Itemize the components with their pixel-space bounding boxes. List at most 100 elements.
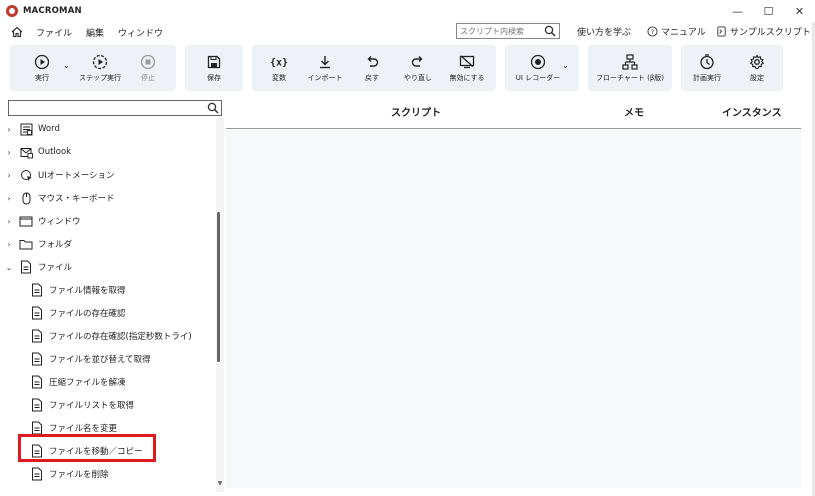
file-icon bbox=[19, 260, 33, 274]
file-icon bbox=[31, 398, 43, 412]
cursor-click-icon bbox=[19, 168, 33, 182]
gear-icon bbox=[748, 53, 766, 71]
word-doc-icon bbox=[19, 122, 33, 136]
chevron-right-icon[interactable]: › bbox=[4, 217, 14, 226]
download-icon bbox=[316, 53, 334, 71]
tree-item-file-info[interactable]: ファイル情報を取得 bbox=[31, 279, 126, 301]
home-icon[interactable] bbox=[10, 25, 24, 39]
toolbar-group-run: 実行 ⌄ ステップ実行 停止 bbox=[10, 45, 176, 91]
menu-bar: ファイル 編集 ウィンドウ 使い方を学ぶ ? マニュアル サンプルスクリプト bbox=[0, 22, 815, 42]
tree-item-label: ファイル名を変更 bbox=[49, 424, 118, 434]
minimize-button[interactable]: — bbox=[722, 0, 753, 22]
chevron-right-icon[interactable]: › bbox=[4, 148, 14, 157]
tree-category-label: ファイル bbox=[38, 263, 73, 273]
ui-recorder-button[interactable]: UI レコーダー bbox=[509, 45, 567, 91]
tree-category-label: ウィンドウ bbox=[38, 217, 81, 227]
column-header-instance[interactable]: インスタンス bbox=[722, 104, 782, 119]
tree-category-label: Outlook bbox=[38, 147, 72, 157]
flowchart-button[interactable]: フローチャート (β版) bbox=[588, 45, 672, 91]
menu-edit[interactable]: 編集 bbox=[86, 26, 104, 39]
tree-category-ui-automation[interactable]: › UIオートメーション bbox=[0, 164, 115, 186]
tree-category-label: UIオートメーション bbox=[38, 171, 115, 181]
script-list-body[interactable] bbox=[226, 130, 801, 488]
tree-item-delete[interactable]: ファイルを削除 bbox=[31, 463, 109, 485]
tree-item-label: ファイルリストを取得 bbox=[49, 401, 135, 411]
tree-category-folder[interactable]: › フォルダ bbox=[0, 233, 72, 255]
tree-category-outlook[interactable]: › Outlook bbox=[0, 141, 71, 163]
flowchart-icon bbox=[621, 53, 639, 71]
app-title: MACROMAN bbox=[23, 6, 82, 16]
learn-link[interactable]: 使い方を学ぶ bbox=[577, 25, 631, 38]
record-icon bbox=[529, 53, 547, 71]
tree-item-label: ファイルを削除 bbox=[49, 470, 109, 480]
chevron-right-icon[interactable]: › bbox=[4, 194, 14, 203]
maximize-button[interactable]: ☐ bbox=[753, 0, 784, 22]
file-icon bbox=[31, 375, 43, 389]
stop-button[interactable]: 停止 bbox=[130, 45, 166, 91]
tree-category-word[interactable]: › Word bbox=[0, 118, 60, 140]
file-icon bbox=[31, 329, 43, 343]
tree-item-label: 圧縮ファイルを解凍 bbox=[49, 378, 126, 388]
recorder-options-chevron-down-icon[interactable]: ⌄ bbox=[562, 61, 569, 70]
tree-item-file-exists[interactable]: ファイルの存在確認 bbox=[31, 302, 126, 324]
tree-category-label: マウス・キーボード bbox=[38, 194, 115, 204]
toolbar-group-recorder: UI レコーダー ⌄ bbox=[505, 45, 579, 91]
window-controls: — ☐ ✕ bbox=[722, 0, 815, 22]
help-circle-icon: ? bbox=[647, 26, 658, 37]
column-header-memo[interactable]: メモ bbox=[624, 104, 644, 119]
search-icon[interactable] bbox=[544, 25, 556, 40]
search-icon[interactable] bbox=[207, 102, 219, 117]
chevron-right-icon[interactable]: › bbox=[4, 240, 14, 249]
action-search-box bbox=[8, 100, 222, 116]
tree-category-label: フォルダ bbox=[38, 240, 73, 250]
tree-category-file[interactable]: ⌄ ファイル bbox=[0, 256, 72, 278]
settings-button[interactable]: 設定 bbox=[735, 45, 779, 91]
tree-category-mouse-keyboard[interactable]: › マウス・キーボード bbox=[0, 187, 115, 209]
chevron-right-icon[interactable]: › bbox=[4, 125, 14, 134]
tree-category-window[interactable]: › ウィンドウ bbox=[0, 210, 81, 232]
tree-item-file-sort[interactable]: ファイルを並び替えて取得 bbox=[31, 348, 151, 370]
tree-item-unzip[interactable]: 圧縮ファイルを解凍 bbox=[31, 371, 126, 393]
schedule-button[interactable]: 計画実行 bbox=[685, 45, 729, 91]
script-search-box bbox=[456, 23, 560, 39]
chevron-right-icon[interactable]: › bbox=[4, 171, 14, 180]
chevron-down-icon[interactable]: ⌄ bbox=[4, 263, 14, 272]
close-button[interactable]: ✕ bbox=[784, 0, 815, 22]
app-logo-icon bbox=[6, 5, 18, 17]
step-run-button[interactable]: ステップ実行 bbox=[76, 45, 124, 91]
disable-screen-icon bbox=[458, 53, 476, 71]
folder-icon bbox=[19, 237, 33, 251]
menu-window[interactable]: ウィンドウ bbox=[118, 26, 163, 39]
scroll-down-arrow-icon[interactable]: ▼ bbox=[216, 480, 224, 488]
run-options-chevron-down-icon[interactable]: ⌄ bbox=[63, 61, 70, 70]
redo-button[interactable]: やり直し bbox=[396, 45, 440, 91]
tree-item-file-exists-retry[interactable]: ファイルの存在確認(指定秒数トライ) bbox=[31, 325, 192, 347]
highlight-box bbox=[18, 434, 156, 462]
menu-file[interactable]: ファイル bbox=[36, 26, 72, 39]
script-list-panel: スクリプト メモ インスタンス bbox=[226, 96, 815, 496]
mouse-icon bbox=[19, 191, 33, 205]
undo-button[interactable]: 戻す bbox=[352, 45, 392, 91]
variable-braces-icon: {x} bbox=[270, 53, 288, 71]
manual-link[interactable]: ? マニュアル bbox=[647, 25, 706, 38]
action-search-input[interactable] bbox=[9, 101, 199, 115]
run-button[interactable]: 実行 bbox=[20, 45, 64, 91]
sidebar-scroll-thumb[interactable] bbox=[217, 212, 220, 362]
save-icon bbox=[205, 53, 223, 71]
file-icon bbox=[31, 283, 43, 297]
save-button[interactable]: 保存 bbox=[185, 45, 243, 91]
toolbar-group-edit: {x} 変数 インポート 戻す やり直し 無効にする bbox=[252, 45, 496, 91]
window-icon bbox=[19, 214, 33, 228]
sample-scripts-link[interactable]: サンプルスクリプト bbox=[716, 25, 811, 38]
import-button[interactable]: インポート bbox=[302, 45, 348, 91]
undo-icon bbox=[363, 53, 381, 71]
disable-button[interactable]: 無効にする bbox=[444, 45, 490, 91]
tree-item-file-list[interactable]: ファイルリストを取得 bbox=[31, 394, 134, 416]
svg-text:{x}: {x} bbox=[270, 58, 288, 69]
script-search-input[interactable] bbox=[457, 24, 541, 38]
column-header-script[interactable]: スクリプト bbox=[391, 104, 441, 119]
variables-button[interactable]: {x} 変数 bbox=[258, 45, 300, 91]
timer-icon bbox=[698, 53, 716, 71]
file-icon bbox=[31, 306, 43, 320]
tree-item-label: ファイルを並び替えて取得 bbox=[49, 355, 151, 365]
